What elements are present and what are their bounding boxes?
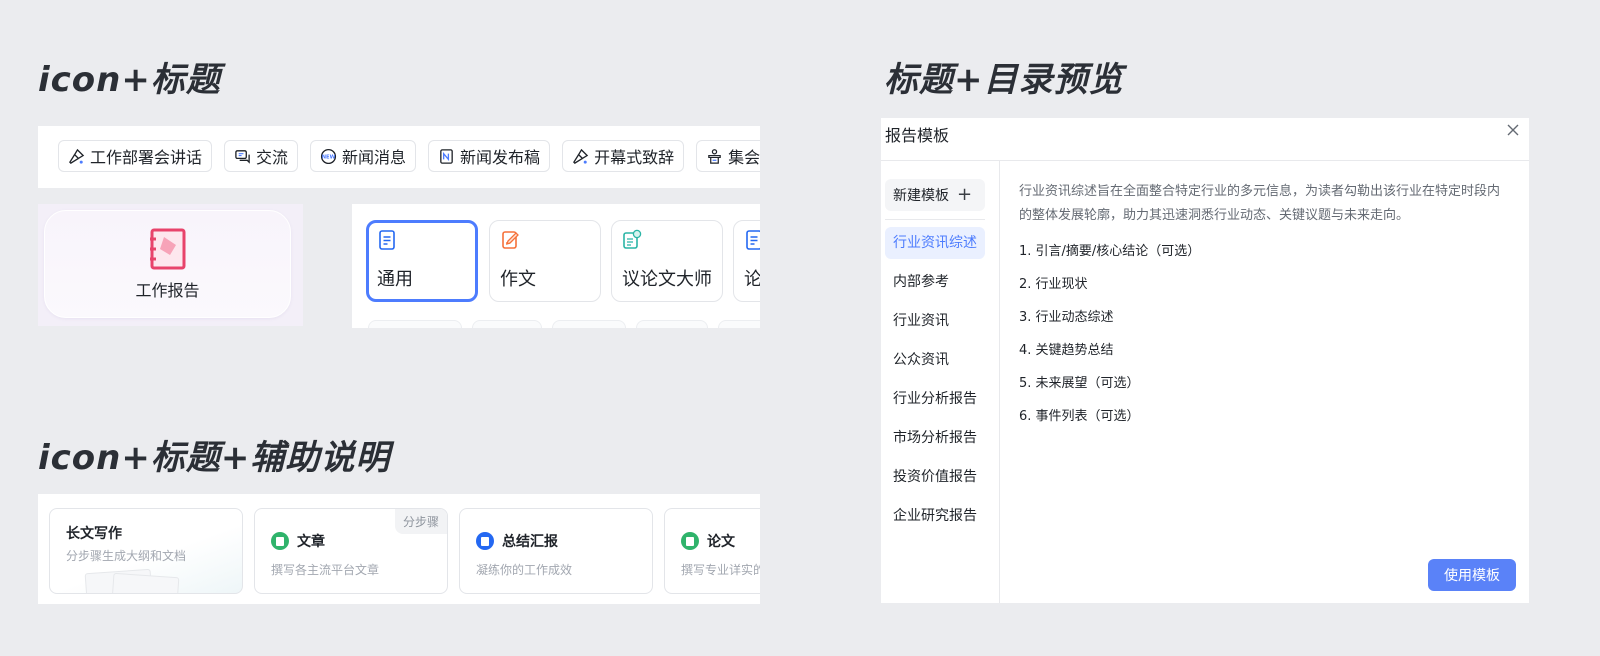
card-title-row: 论文 [681,531,735,551]
ghost-tile [636,320,708,328]
use-template-button[interactable]: 使用模板 [1428,559,1516,591]
category-item[interactable]: 企业研究报告 [885,500,985,532]
podium-icon [708,148,721,164]
notebook-icon [149,228,185,270]
microphone-icon [573,148,589,164]
tile-label: 论 [744,269,760,290]
tile-label: 议论文大师 [622,269,712,290]
category-item[interactable]: 内部参考 [885,266,985,298]
card-summary-report[interactable]: 总结汇报 凝练你的工作成效 [459,508,653,594]
section-title-icon-title: icon+标题 [38,60,221,100]
new-template-button[interactable]: 新建模板 + [885,179,985,211]
new-badge-icon: NEW [320,148,337,164]
tile-thesis[interactable]: 论 [733,220,760,302]
category-item[interactable]: 行业资讯综述 [885,227,985,259]
ghost-tile [552,320,626,328]
chip-label: 新闻消息 [342,148,407,167]
tile-composition[interactable]: 作文 [489,220,601,302]
chip-press-release[interactable]: 新闻发布稿 [428,140,551,172]
chip-label: 新闻发布稿 [460,148,541,167]
chip-exchange[interactable]: 交流 [224,140,299,172]
template-sidebar: 新建模板 + 行业资讯综述 内部参考 行业资讯 公众资讯 行业分析报告 市场分析… [881,161,1000,603]
chip-news-message[interactable]: NEW 新闻消息 [310,140,417,172]
card-article[interactable]: 分步骤 文章 撰写各主流平台文章 [254,508,448,594]
template-preview: 行业资讯综述旨在全面整合特定行业的多元信息，为读者勾勒出该行业在特定时段内的整体… [1019,180,1509,440]
section-title-toc-preview: 标题+目录预览 [884,60,1124,100]
chip-opening-speech[interactable]: 开幕式致辞 [562,140,685,172]
document-star-icon [623,229,642,249]
category-list: 行业资讯综述 内部参考 行业资讯 公众资讯 行业分析报告 市场分析报告 投资价值… [885,227,985,539]
card-title: 论文 [707,534,735,550]
chip-strip: 工作部署会讲话 交流 NEW 新闻消息 新闻发布稿 开幕式致辞 集会演 [38,126,760,188]
paper-illustration [110,572,180,593]
dialog-header: 报告模板 [881,118,1529,161]
edit-document-icon [502,231,519,249]
writing-card-strip: 长文写作 分步骤生成大纲和文档 分步骤 文章 撰写各主流平台文章 总结汇报 凝练… [38,494,760,604]
summary-icon [476,532,494,550]
ghost-tile [718,320,760,328]
template-description: 行业资讯综述旨在全面整合特定行业的多元信息，为读者勾勒出该行业在特定时段内的整体… [1019,184,1501,223]
report-template-dialog: 报告模板 新建模板 + 行业资讯综述 内部参考 行业资讯 公众资讯 行业分析报告… [881,118,1529,603]
tile-label: 作文 [500,269,536,290]
chip-work-deployment-speech[interactable]: 工作部署会讲话 [58,140,213,172]
chat-icon [235,149,250,164]
template-outline: 1. 引言/摘要/核心结论（可选） 2. 行业现状 3. 行业动态综述 4. 关… [1019,242,1509,440]
category-item[interactable]: 行业资讯 [885,305,985,337]
outline-item: 6. 事件列表（可选） [1019,409,1140,424]
outline-item: 4. 关键趋势总结 [1019,343,1114,358]
report-card-panel: 工作报告 [38,204,303,326]
svg-text:NEW: NEW [322,154,336,160]
category-item[interactable]: 行业分析报告 [885,383,985,415]
card-title: 长文写作 [66,526,122,542]
card-title: 文章 [297,534,325,550]
document-icon [746,230,760,250]
card-thesis[interactable]: 论文 撰写专业详实的 [664,508,760,594]
chip-label: 工作部署会讲话 [90,148,203,167]
tile-argument-master[interactable]: 议论文大师 [611,220,723,302]
work-report-card[interactable]: 工作报告 [44,210,291,318]
outline-item: 5. 未来展望（可选） [1019,376,1140,391]
ghost-tile [472,320,542,328]
ghost-tile [368,320,462,328]
category-item[interactable]: 市场分析报告 [885,422,985,454]
close-icon[interactable] [1503,120,1523,140]
chip-label: 交流 [256,148,289,167]
category-item[interactable]: 投资价值报告 [885,461,985,493]
section-title-icon-title-desc: icon+标题+辅助说明 [38,438,391,478]
newspaper-icon [440,148,453,164]
outline-item: 3. 行业动态综述 [1019,310,1114,325]
card-desc: 分步骤生成大纲和文档 [66,549,187,563]
card-title: 总结汇报 [502,534,558,550]
chip-label: 集会演 [728,148,760,167]
microphone-icon [69,148,85,164]
card-desc: 撰写各主流平台文章 [271,563,380,577]
outline-item: 1. 引言/摘要/核心结论（可选） [1019,244,1201,259]
chip-label: 开幕式致辞 [594,148,675,167]
tile-label: 通用 [377,269,413,290]
card-long-form-writing[interactable]: 长文写作 分步骤生成大纲和文档 [49,508,243,594]
plus-icon: + [957,184,973,205]
card-title-row: 总结汇报 [476,531,558,551]
outline-item: 2. 行业现状 [1019,277,1088,292]
category-item[interactable]: 公众资讯 [885,344,985,376]
tile-panel: 通用 作文 议论文大师 论 [352,204,760,328]
card-title-row: 文章 [271,531,325,551]
sidebar-divider [885,219,985,220]
chip-rally-speech[interactable]: 集会演 [696,140,760,172]
work-report-label: 工作报告 [135,281,200,300]
card-desc: 凝练你的工作成效 [476,563,573,577]
card-desc: 撰写专业详实的 [681,563,760,577]
dialog-title: 报告模板 [885,126,950,145]
new-template-label: 新建模板 [893,188,949,204]
tile-general[interactable]: 通用 [366,220,478,302]
steps-tag: 分步骤 [394,509,447,534]
document-icon [379,230,395,250]
paper-chart-icon [681,532,699,550]
article-icon [271,532,289,550]
chip-row: 工作部署会讲话 交流 NEW 新闻消息 新闻发布稿 开幕式致辞 集会演 [58,140,760,172]
